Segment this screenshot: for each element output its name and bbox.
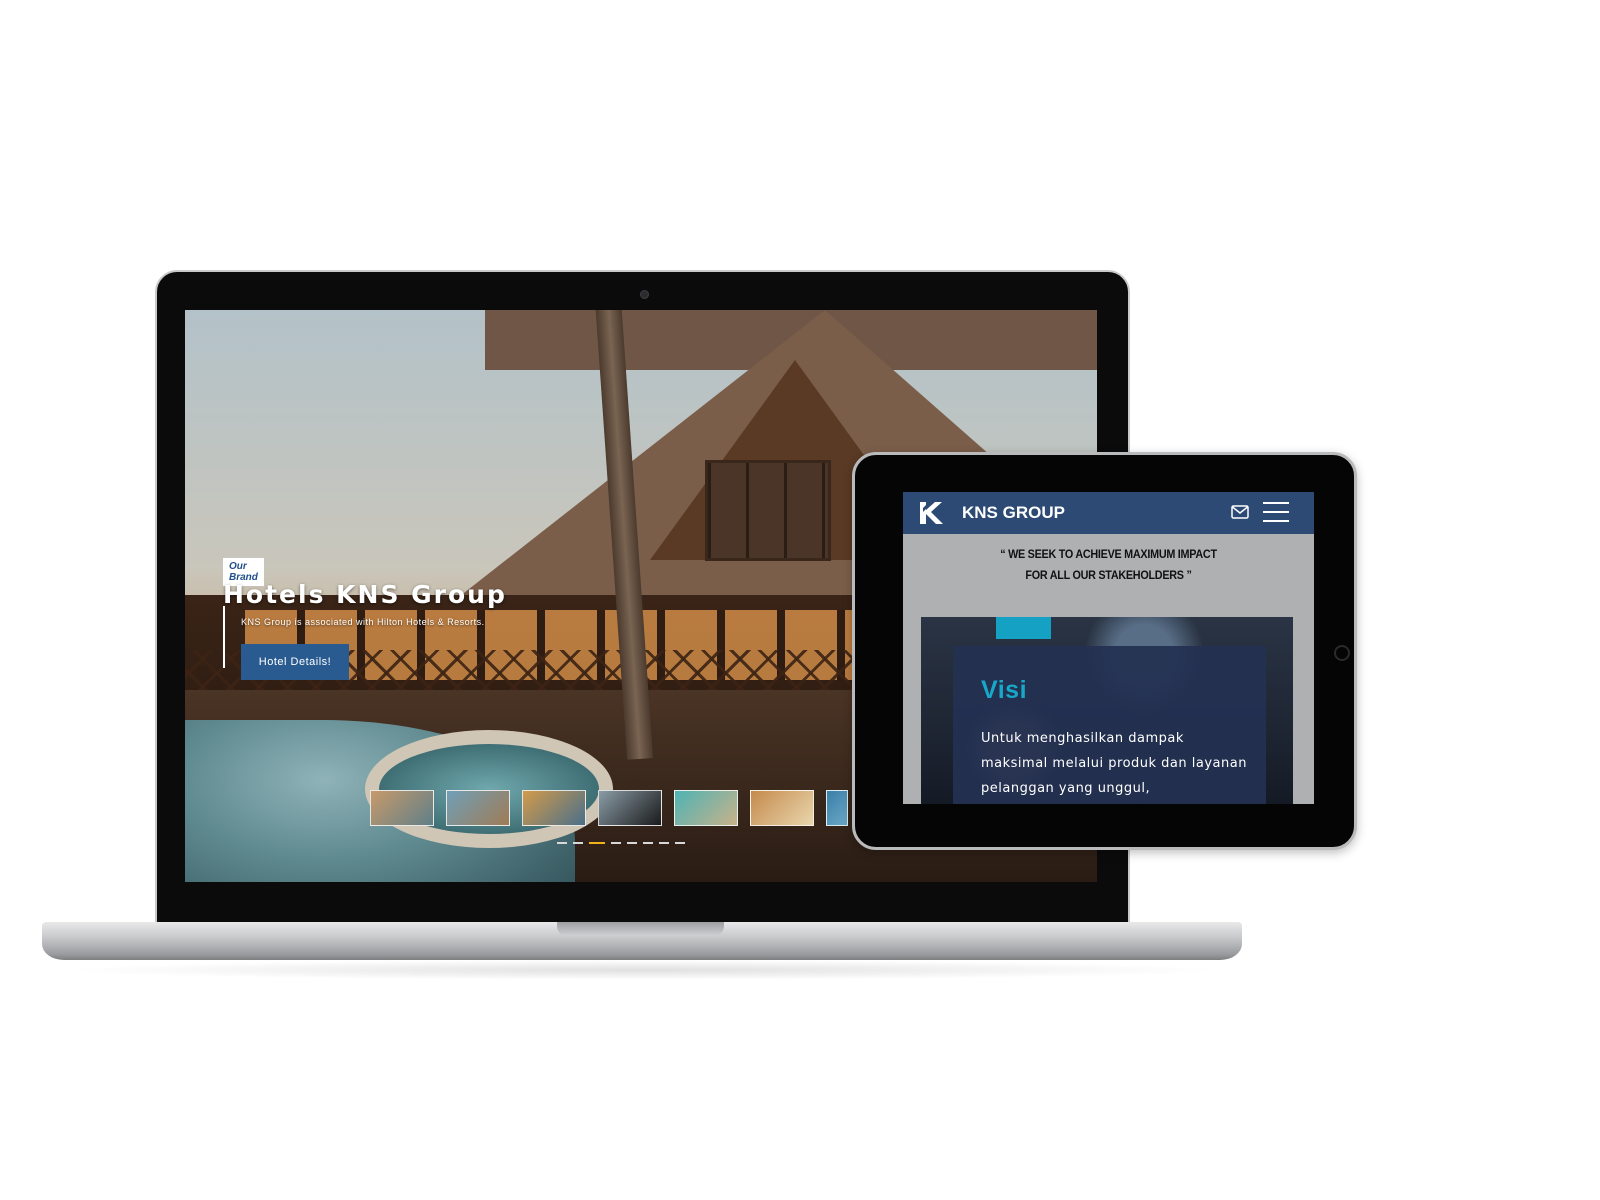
hero-jacuzzi xyxy=(365,730,613,848)
thumbnail-warm-hall[interactable] xyxy=(750,790,814,826)
tablet-screen: KNS GROUP “ WE SEEK TO ACHIEVE MAXIMUM I… xyxy=(903,492,1314,804)
visi-text: Untuk menghasilkan dampak maksimal melal… xyxy=(981,731,1247,796)
hamburger-menu-icon[interactable] xyxy=(1263,500,1289,524)
thumbnail-black-car[interactable] xyxy=(598,790,662,826)
mail-icon[interactable] xyxy=(1231,505,1249,519)
hotel-details-button[interactable]: Hotel Details! xyxy=(241,644,349,680)
hero-subtitle: KNS Group is associated with Hilton Hote… xyxy=(241,617,485,627)
brand-name[interactable]: KNS GROUP xyxy=(962,503,1065,523)
tablet-header: KNS GROUP xyxy=(903,492,1314,534)
brand-divider xyxy=(223,606,225,668)
hero-gable-window xyxy=(705,460,831,561)
slider-dot[interactable] xyxy=(557,842,567,844)
thumbnail-coastal-road[interactable] xyxy=(522,790,586,826)
mission-quote: “ WE SEEK TO ACHIEVE MAXIMUM IMPACT FOR … xyxy=(924,544,1294,586)
thumbnail-blue-partial[interactable] xyxy=(826,790,848,826)
slider-dot[interactable] xyxy=(659,842,669,844)
quote-line-2: FOR ALL OUR STAKEHOLDERS ” xyxy=(1025,568,1192,582)
laptop-shadow xyxy=(60,960,1225,980)
visi-card: Visi Untuk menghasilkan dampak maksimal … xyxy=(953,646,1266,804)
slider-dot[interactable] xyxy=(573,842,583,844)
slider-dot[interactable] xyxy=(589,842,605,844)
kns-logo-icon[interactable] xyxy=(917,499,945,527)
thumbnail-teal-interior[interactable] xyxy=(674,790,738,826)
visi-heading: Visi xyxy=(981,676,1028,704)
slider-dot[interactable] xyxy=(643,842,653,844)
accent-bar xyxy=(996,617,1051,639)
laptop-notch xyxy=(557,922,724,936)
thumbnail-pool-palms[interactable] xyxy=(446,790,510,826)
home-button-icon[interactable] xyxy=(1334,645,1350,661)
quote-line-1: “ WE SEEK TO ACHIEVE MAXIMUM IMPACT xyxy=(1000,547,1217,561)
slider-indicators xyxy=(557,842,685,844)
slider-dot[interactable] xyxy=(611,842,621,844)
hero-title: Hotels KNS Group xyxy=(223,580,507,609)
slider-dot[interactable] xyxy=(675,842,685,844)
slider-dot[interactable] xyxy=(627,842,637,844)
thumbnail-strip xyxy=(370,790,848,828)
camera-icon xyxy=(640,290,649,299)
thumbnail-hotel-resort[interactable] xyxy=(370,790,434,826)
